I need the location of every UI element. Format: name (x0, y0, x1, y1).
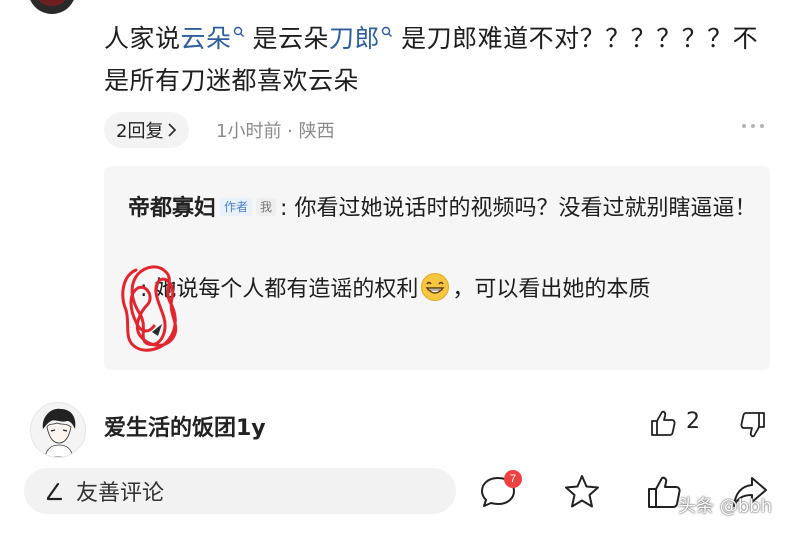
reply-item-2: : 她说每个人都有造谣的权利 ，可以看出她的本质 (140, 272, 650, 308)
watermark: 头条 @bbh (678, 496, 772, 517)
reply-item: 帝都寡妇 作者我: 你看过她说话时的视频吗？没看过就别瞎逼逼！ (128, 192, 758, 226)
like-count: 2 (686, 409, 700, 434)
comment-input[interactable]: 友善评论 (24, 468, 456, 514)
comment-count-badge: 7 (504, 470, 522, 488)
more-options-icon[interactable] (742, 124, 764, 128)
red-scribble-redaction (121, 265, 178, 352)
reply-text: : 你看过她说话时的视频吗？没看过就别瞎逼逼！ (280, 196, 757, 221)
reply-count-button[interactable]: 2回复 (104, 112, 190, 148)
thumbs-up-icon[interactable] (648, 408, 678, 438)
reply2-text-after: ，可以看出她的本质 (452, 277, 651, 302)
comment-input-placeholder: 友善评论 (76, 481, 165, 506)
comment-meta: 1小时前 · 陕西 (216, 121, 335, 142)
comment-time: 1小时前 (216, 121, 282, 142)
author-badge: 作者 (220, 198, 253, 216)
search-link-daolang[interactable]: 刀郎 (329, 24, 380, 53)
reply-count-label: 2回复 (116, 121, 164, 142)
star-icon[interactable] (562, 472, 602, 512)
comment-username[interactable]: 爱生活的饭团1y (104, 410, 266, 442)
grinning-emoji-icon (421, 273, 450, 301)
reply-preview-box[interactable]: 帝都寡妇 作者我: 你看过她说话时的视频吗？没看过就别瞎逼逼！ (104, 166, 770, 370)
comment-text: 人家说云朵 是云朵刀郎 是刀郎难道不对？？？？？？不是所有刀迷都喜欢云朵 (104, 24, 759, 95)
anime-avatar-icon (31, 403, 85, 457)
pen-icon (46, 482, 63, 501)
reply-author[interactable]: 帝都寡妇 (128, 196, 216, 221)
chevron-right-icon (168, 123, 177, 137)
search-icon[interactable] (233, 26, 245, 38)
previous-avatar[interactable] (28, 0, 76, 14)
search-icon[interactable] (381, 26, 393, 38)
me-badge: 我 (256, 198, 277, 216)
avatar[interactable] (30, 402, 86, 458)
thumbs-down-icon[interactable] (738, 410, 768, 440)
search-link-yunduo[interactable]: 云朵 (181, 24, 232, 53)
comment-location: 陕西 (298, 121, 335, 142)
